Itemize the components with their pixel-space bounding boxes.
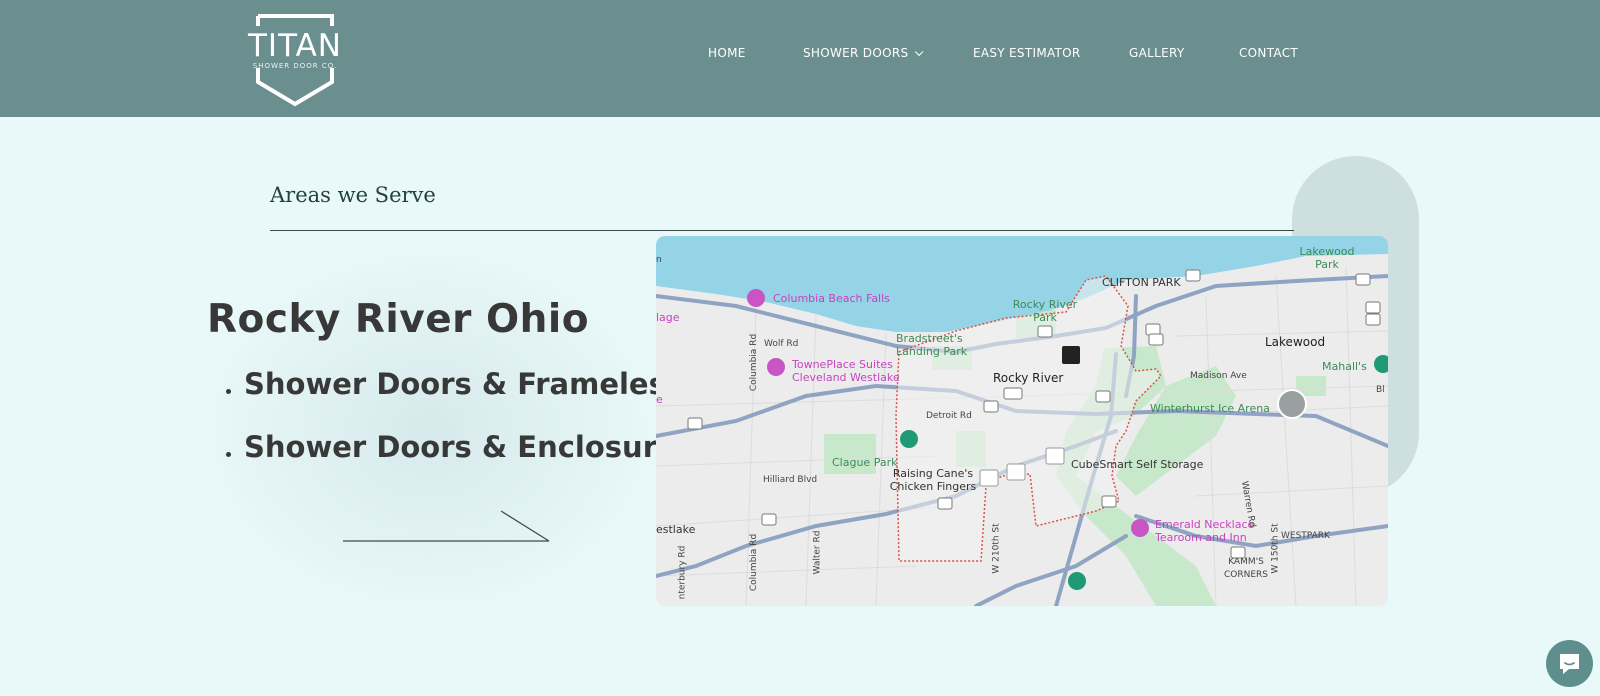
nav-contact[interactable]: CONTACT xyxy=(1239,46,1298,60)
service-area-map[interactable]: CLIFTON PARK Lakewood Park Columbia Beac… xyxy=(656,236,1388,606)
map-label: W 150th St xyxy=(1270,523,1281,574)
map-label: Columbia Rd xyxy=(749,333,760,392)
nav-home[interactable]: HOME xyxy=(708,46,746,60)
map-label: Columbia Beach Falls xyxy=(773,292,890,305)
map-label: lage xyxy=(656,311,680,324)
map-label: Rocky River xyxy=(993,371,1064,385)
nav-shower-doors-label: SHOWER DOORS xyxy=(803,46,909,60)
arrow-right-icon xyxy=(343,510,550,542)
map-label: e xyxy=(656,393,663,406)
chevron-down-icon xyxy=(915,47,924,57)
map-label: Detroit Rd xyxy=(926,411,972,421)
main-nav: HOME SHOWER DOORS EASY ESTIMATOR GALLERY… xyxy=(0,46,1600,66)
service-label: Shower Doors & Frameless xyxy=(244,367,684,401)
service-label: Shower Doors & Enclosures xyxy=(244,430,694,464)
map-label: Mahall's xyxy=(1322,360,1367,373)
city-heading: Rocky River Ohio xyxy=(207,297,590,342)
map-label: n xyxy=(656,255,662,265)
map-label: Winterhurst Ice Arena xyxy=(1150,402,1270,415)
map-label: TownePlace Suites Cleveland Westlake xyxy=(792,358,900,384)
bullet-icon xyxy=(226,389,231,394)
map-label: Lakewood xyxy=(1265,335,1326,349)
map-label: Lakewood Park xyxy=(1299,245,1355,271)
map-label: Madison Ave xyxy=(1190,371,1247,381)
bullet-icon xyxy=(226,452,231,457)
section-title: Areas we Serve xyxy=(270,183,436,207)
map-label: Walter Rd xyxy=(812,530,823,575)
map-label: WESTPARK xyxy=(1281,531,1330,541)
map-label: Raising Cane's Chicken Fingers xyxy=(889,467,977,493)
map-label: Hilliard Blvd xyxy=(763,475,818,485)
map-label: Columbia Rd xyxy=(749,533,760,592)
chat-bubble-icon xyxy=(1560,654,1579,674)
map-label: Wolf Rd xyxy=(764,339,799,349)
map-label: CubeSmart Self Storage xyxy=(1071,458,1204,471)
service-list: Shower Doors & Frameless Shower Doors & … xyxy=(226,366,694,492)
map-label: CLIFTON PARK xyxy=(1102,276,1181,289)
nav-easy-estimator[interactable]: EASY ESTIMATOR xyxy=(973,46,1081,60)
nav-gallery[interactable]: GALLERY xyxy=(1129,46,1184,60)
service-item: Shower Doors & Frameless xyxy=(226,366,694,429)
site-header: TITAN SHOWER DOOR CO. HOME SHOWER DOORS … xyxy=(0,0,1600,117)
map-label: Bradstreet's Landing Park xyxy=(896,332,968,358)
arrow-link[interactable] xyxy=(343,510,553,544)
map-label: nterbury Rd xyxy=(677,545,688,600)
chat-button[interactable] xyxy=(1546,640,1593,687)
map-label: W 210th St xyxy=(991,523,1002,574)
map-label: Bl xyxy=(1376,385,1385,395)
map-label: estlake xyxy=(656,523,696,536)
nav-shower-doors[interactable]: SHOWER DOORS xyxy=(803,46,924,60)
divider xyxy=(270,230,1294,231)
service-item: Shower Doors & Enclosures xyxy=(226,429,694,492)
map-label: KAMM'S CORNERS xyxy=(1223,557,1268,580)
map-label: Rocky River Park xyxy=(1012,298,1078,324)
